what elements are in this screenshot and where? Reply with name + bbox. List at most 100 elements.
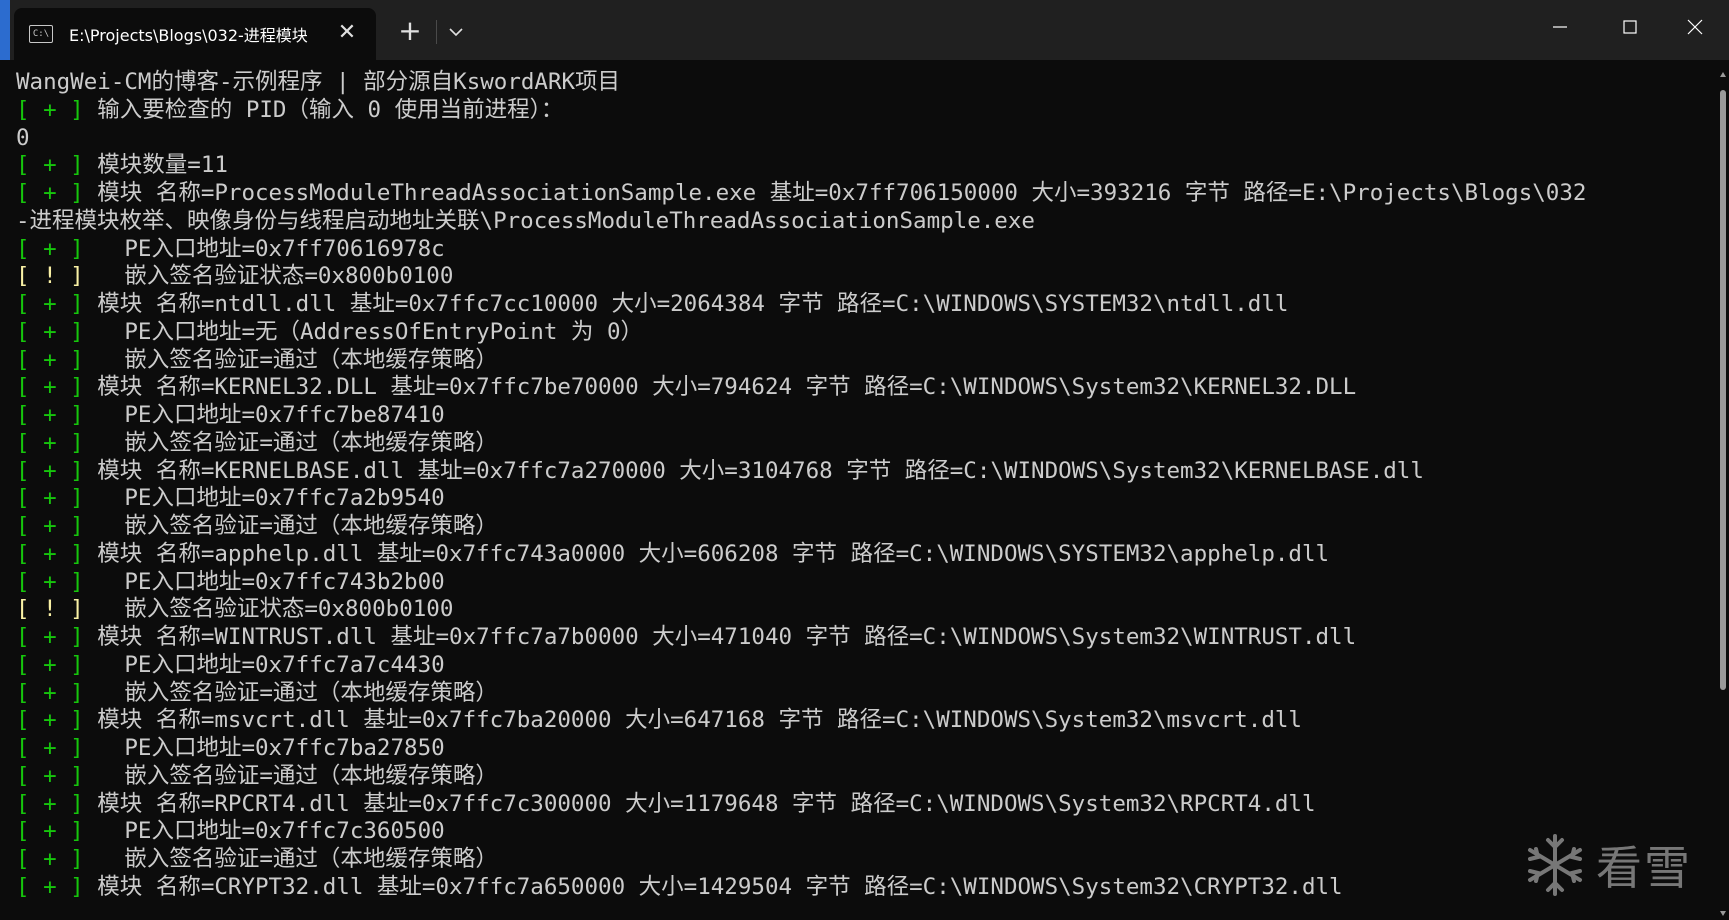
console-line: [ + ] 嵌入签名验证=通过（本地缓存策略） (16, 762, 1706, 790)
warning-tag: [ ! ] (16, 263, 84, 290)
console-line: [ + ] PE入口地址=0x7ffc7be87410 (16, 401, 1706, 429)
console-line: [ + ] PE入口地址=0x7ffc7c360500 (16, 817, 1706, 845)
tab-close-button[interactable]: ✕ (334, 20, 360, 46)
console-line-text: 模块 名称=ntdll.dll 基址=0x7ffc7cc10000 大小=206… (83, 291, 1289, 317)
status-tag: [ + ] (16, 540, 84, 567)
console-line-text: PE入口地址=0x7ffc7a2b9540 (83, 485, 445, 512)
console-output[interactable]: WangWei-CM的博客-示例程序 | 部分源自KswordARK项目[ + … (16, 68, 1706, 920)
console-line: WangWei-CM的博客-示例程序 | 部分源自KswordARK项目 (16, 68, 1706, 96)
window-close-button[interactable] (1663, 0, 1727, 54)
status-tag: [ + ] (16, 180, 84, 206)
console-line-text: WangWei-CM的博客-示例程序 | 部分源自KswordARK项目 (16, 69, 621, 95)
console-line: [ + ] 模块 名称=CRYPT32.dll 基址=0x7ffc7a65000… (16, 873, 1706, 901)
new-tab-button[interactable]: + (394, 14, 426, 50)
snowflake-icon (1528, 834, 1582, 896)
console-line: [ + ] 嵌入签名验证=通过（本地缓存策略） (16, 429, 1706, 457)
warning-tag: [ ! ] (16, 596, 84, 623)
maximize-button[interactable] (1598, 0, 1662, 54)
watermark-text: 看雪 (1596, 841, 1692, 895)
tab-title: E:\Projects\Blogs\032-进程模块 (69, 26, 308, 45)
tab-dropdown-button[interactable] (444, 16, 468, 48)
status-tag: [ + ] (16, 651, 84, 678)
console-line-text: 嵌入签名验证=通过（本地缓存策略） (83, 346, 498, 373)
console-line: [ + ] 模块 名称=ntdll.dll 基址=0x7ffc7cc10000 … (16, 290, 1706, 318)
status-tag: [ + ] (16, 429, 84, 456)
console-line-text: 模块 名称=KERNELBASE.dll 基址=0x7ffc7a270000 大… (83, 457, 1424, 484)
close-icon (1687, 19, 1703, 35)
status-tag: [ + ] (16, 735, 84, 761)
console-line-text: 嵌入签名验证=通过（本地缓存策略） (83, 846, 498, 872)
console-line-text: PE入口地址=0x7ff70616978c (83, 235, 445, 262)
console-line: [ + ] PE入口地址=0x7ffc7ba27850 (16, 734, 1706, 762)
status-tag: [ + ] (16, 291, 84, 317)
status-tag: [ + ] (16, 513, 84, 539)
console-line-text: 模块 名称=RPCRT4.dll 基址=0x7ffc7c300000 大小=11… (83, 790, 1316, 817)
console-line: [ + ] 模块 名称=apphelp.dll 基址=0x7ffc743a000… (16, 540, 1706, 568)
status-tag: [ + ] (16, 873, 84, 900)
status-tag: [ + ] (16, 402, 84, 428)
console-line: [ + ] 嵌入签名验证=通过（本地缓存策略） (16, 679, 1706, 707)
console-line: [ ! ] 嵌入签名验证状态=0x800b0100 (16, 262, 1706, 290)
console-line: [ + ] 模块 名称=KERNELBASE.dll 基址=0x7ffc7a27… (16, 457, 1706, 485)
scroll-thumb[interactable] (1720, 90, 1726, 690)
console-line: [ + ] 模块 名称=WINTRUST.dll 基址=0x7ffc7a7b00… (16, 623, 1706, 651)
console-line: [ + ] 模块 名称=ProcessModuleThreadAssociati… (16, 179, 1706, 207)
status-tag: [ + ] (16, 707, 84, 734)
console-line: [ + ] 模块 名称=KERNEL32.DLL 基址=0x7ffc7be700… (16, 373, 1706, 401)
minimize-icon (1553, 26, 1567, 28)
scroll-up-icon[interactable] (1719, 70, 1727, 80)
status-tag: [ + ] (16, 374, 84, 401)
console-line-text: PE入口地址=无（AddressOfEntryPoint 为 0） (83, 318, 644, 345)
title-bar: C:\ E:\Projects\Blogs\032-进程模块 ✕ + (0, 0, 1729, 60)
console-line-text: 嵌入签名验证=通过（本地缓存策略） (83, 429, 498, 456)
status-tag: [ + ] (16, 679, 84, 706)
console-line-text: 模块 名称=CRYPT32.dll 基址=0x7ffc7a650000 大小=1… (83, 873, 1343, 900)
tab-divider (436, 20, 437, 44)
console-line-text: 模块 名称=ProcessModuleThreadAssociationSamp… (83, 180, 1587, 206)
maximize-icon (1623, 20, 1637, 34)
status-tag: [ + ] (16, 318, 84, 345)
console-line: [ + ] 模块数量=11 (16, 151, 1706, 179)
window-edge-strip (0, 0, 10, 60)
console-line: 0 (16, 124, 1706, 152)
console-line-text: 模块数量=11 (83, 152, 228, 179)
console-line: [ + ] 嵌入签名验证=通过（本地缓存策略） (16, 512, 1706, 540)
console-line-text: 嵌入签名验证=通过（本地缓存策略） (83, 513, 498, 539)
console-line-text: -进程模块枚举、映像身份与线程启动地址关联\ProcessModuleThrea… (16, 207, 1035, 234)
console-line: [ ! ] 嵌入签名验证状态=0x800b0100 (16, 595, 1706, 623)
console-line: [ + ] PE入口地址=0x7ff70616978c (16, 235, 1706, 263)
console-line-text: 嵌入签名验证状态=0x800b0100 (83, 263, 454, 290)
status-tag: [ + ] (16, 568, 84, 595)
console-line-text: PE入口地址=0x7ffc7c360500 (83, 818, 445, 845)
console-line-text: 模块 名称=apphelp.dll 基址=0x7ffc743a0000 大小=6… (83, 540, 1330, 567)
watermark-logo: 看雪 (1520, 820, 1720, 910)
status-tag: [ + ] (16, 624, 84, 650)
status-tag: [ + ] (16, 790, 84, 817)
status-tag: [ + ] (16, 152, 84, 179)
status-tag: [ + ] (16, 457, 84, 484)
status-tag: [ + ] (16, 818, 84, 845)
console-line-text: 模块 名称=msvcrt.dll 基址=0x7ffc7ba20000 大小=64… (83, 707, 1302, 734)
console-line-text: 输入要检查的 PID（输入 0 使用当前进程）： (83, 96, 564, 123)
console-line: [ + ] 模块 名称=RPCRT4.dll 基址=0x7ffc7c300000… (16, 790, 1706, 818)
console-line: [ + ] 输入要检查的 PID（输入 0 使用当前进程）： (16, 96, 1706, 124)
status-tag: [ + ] (16, 762, 84, 789)
status-tag: [ + ] (16, 346, 84, 373)
console-line-text: 嵌入签名验证状态=0x800b0100 (83, 596, 454, 623)
scrollbar[interactable] (1719, 66, 1727, 920)
console-line: [ + ] 嵌入签名验证=通过（本地缓存策略） (16, 845, 1706, 873)
status-tag: [ + ] (16, 846, 84, 872)
scroll-down-icon[interactable] (1719, 908, 1727, 918)
minimize-button[interactable] (1528, 0, 1592, 54)
chevron-down-icon (449, 28, 463, 37)
console-line: [ + ] PE入口地址=0x7ffc7a2b9540 (16, 484, 1706, 512)
console-line: [ + ] 模块 名称=msvcrt.dll 基址=0x7ffc7ba20000… (16, 706, 1706, 734)
console-line: -进程模块枚举、映像身份与线程启动地址关联\ProcessModuleThrea… (16, 207, 1706, 235)
status-tag: [ + ] (16, 96, 84, 123)
console-line: [ + ] PE入口地址=0x7ffc743b2b00 (16, 568, 1706, 596)
terminal-tab[interactable]: C:\ E:\Projects\Blogs\032-进程模块 ✕ (14, 8, 376, 60)
status-tag: [ + ] (16, 485, 84, 512)
console-line: [ + ] PE入口地址=0x7ffc7a7c4430 (16, 651, 1706, 679)
console-line-text: 0 (16, 124, 30, 151)
console-line-text: 嵌入签名验证=通过（本地缓存策略） (83, 762, 498, 789)
